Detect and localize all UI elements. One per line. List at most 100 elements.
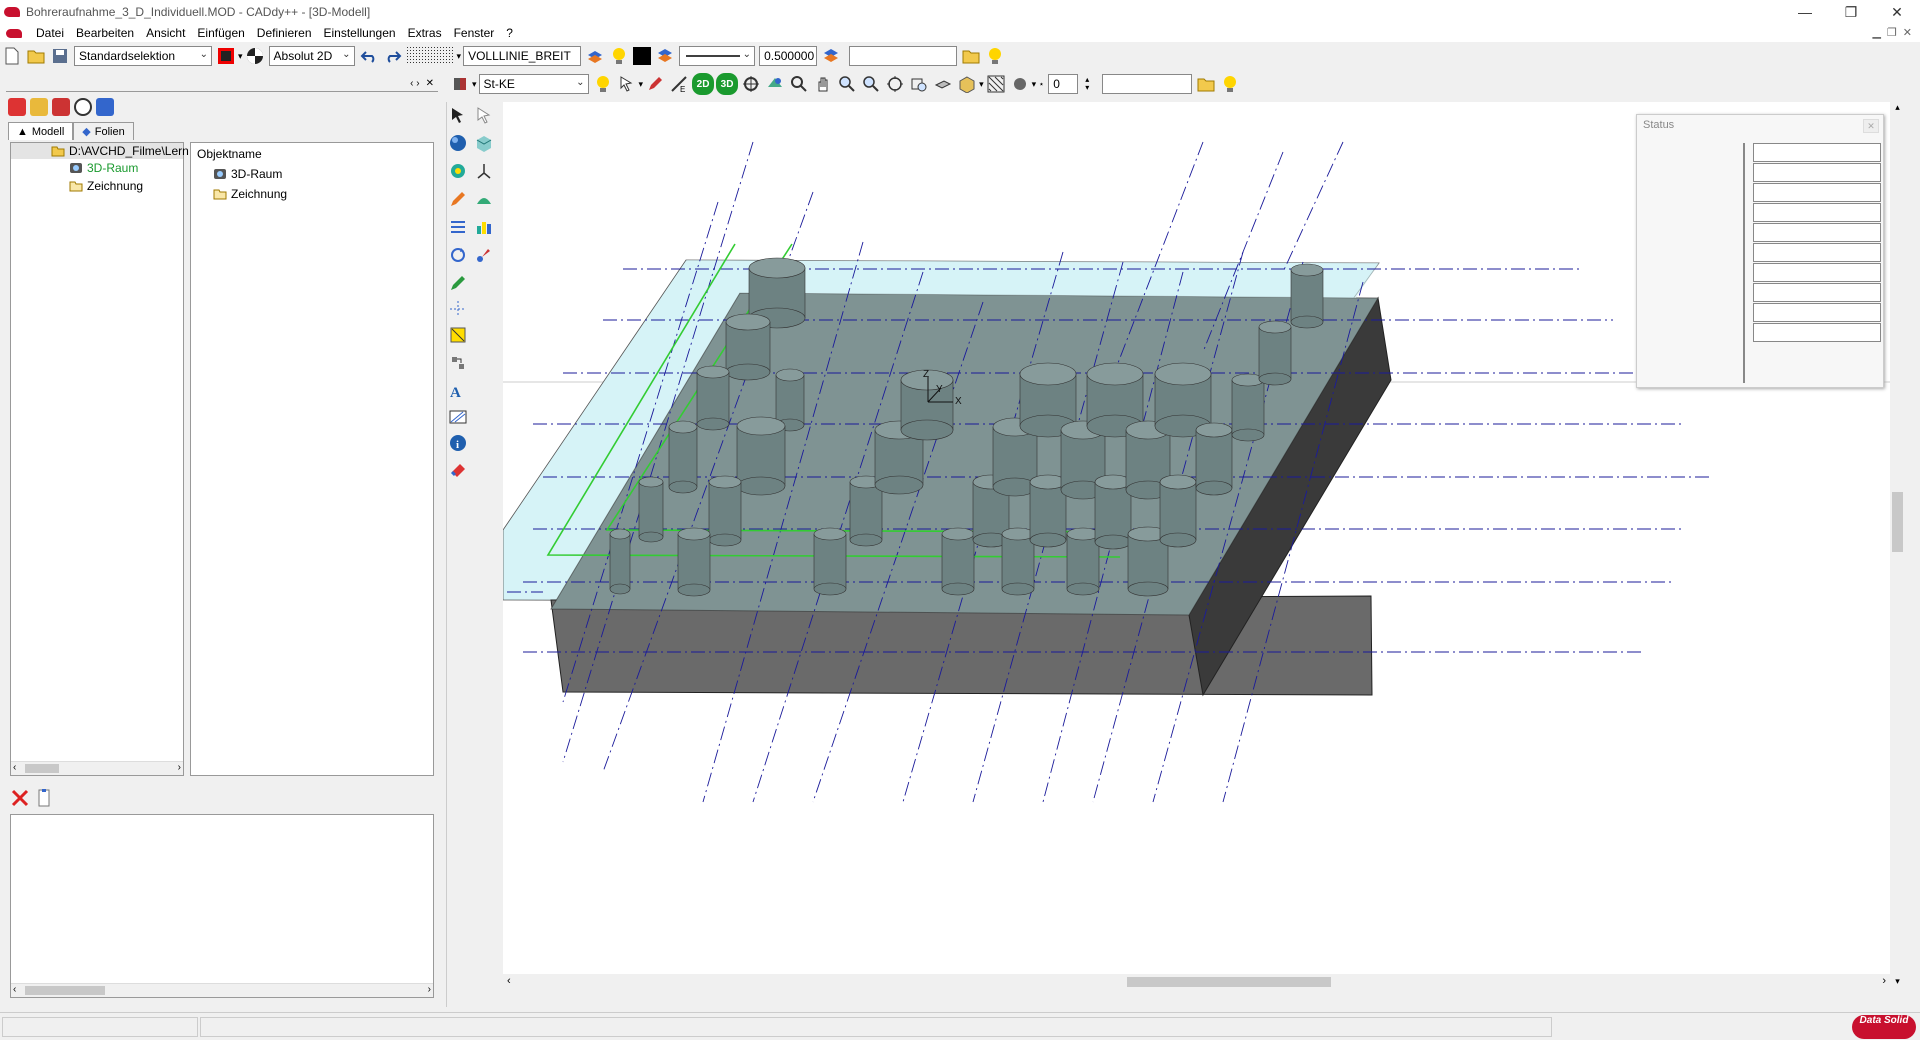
layer-stack-icon[interactable] [654, 45, 676, 67]
eraser-icon[interactable] [447, 458, 469, 480]
zoom-all-icon[interactable] [884, 73, 906, 95]
box-icon[interactable] [473, 132, 495, 154]
properties-icon[interactable] [96, 98, 114, 116]
menu-extras[interactable]: Extras [402, 26, 448, 40]
cube-view-icon[interactable] [956, 73, 978, 95]
mdi-close-button[interactable]: ✕ [1903, 26, 1912, 39]
sphere-icon[interactable] [447, 132, 469, 154]
mode-2d-button[interactable]: 2D [692, 73, 715, 95]
axis-icon[interactable] [473, 160, 495, 182]
props-hscroll[interactable]: ‹ › [11, 983, 433, 997]
menu-help[interactable]: ? [500, 26, 519, 40]
edge-icon[interactable]: E [668, 73, 690, 95]
status-close-button[interactable]: ✕ [1863, 119, 1879, 133]
model-icon[interactable] [8, 98, 26, 116]
tools-icon[interactable] [447, 216, 469, 238]
transform-icon[interactable] [447, 352, 469, 374]
solid-icon[interactable] [449, 73, 471, 95]
surface-icon[interactable] [473, 188, 495, 210]
coord-mode-select[interactable]: Absolut 2D ⌄ [268, 46, 355, 66]
folder-tree-icon[interactable] [30, 98, 48, 116]
menu-definieren[interactable]: Definieren [251, 26, 318, 40]
tab-modell[interactable]: ▲ Modell [8, 122, 74, 140]
material-select[interactable]: St-KE ⌄ [478, 74, 589, 94]
select-color-icon[interactable] [215, 45, 237, 67]
shading-icon[interactable] [1009, 73, 1031, 95]
object-item-3d-raum[interactable]: 3D-Raum [213, 167, 282, 181]
menu-fenster[interactable]: Fenster [448, 26, 501, 40]
save-icon[interactable] [49, 45, 71, 67]
folder-layer-icon[interactable] [960, 45, 982, 67]
green-pencil-icon[interactable] [447, 272, 469, 294]
hatch-icon[interactable] [985, 73, 1007, 95]
panel-close-icon[interactable]: ✕ [426, 78, 434, 89]
lightbulb2-icon[interactable] [1219, 73, 1241, 95]
linestyle-select[interactable]: ⌄ [679, 46, 756, 66]
grid-icon[interactable] [406, 45, 456, 67]
pin-icon[interactable]: ‹ › [410, 78, 419, 89]
render-icon[interactable] [764, 73, 786, 95]
bulb-icon[interactable] [608, 45, 630, 67]
viewport-hscroll[interactable]: ‹ › [503, 974, 1890, 990]
chart-icon[interactable] [473, 216, 495, 238]
measure-icon[interactable] [447, 324, 469, 346]
search-tree-icon[interactable] [74, 98, 92, 116]
close-button[interactable]: ✕ [1874, 0, 1920, 24]
tree-hscroll[interactable]: ‹ › [11, 761, 183, 775]
coordinate-icon[interactable] [244, 45, 266, 67]
tree-item-root[interactable]: D:\AVCHD_Filme\Lern [51, 144, 189, 158]
delete-props-icon[interactable] [10, 788, 30, 808]
orbit-icon[interactable] [740, 73, 762, 95]
mdi-restore-button[interactable]: ❐ [1887, 26, 1897, 39]
mode-3d-button[interactable]: 3D [716, 73, 739, 95]
zoom-previous-icon[interactable] [908, 73, 930, 95]
mdi-minimize-button[interactable]: ▁ [1872, 26, 1880, 39]
pencil-icon[interactable] [447, 188, 469, 210]
linetype-field[interactable]: VOLLLINIE_BREIT [463, 46, 582, 66]
undo-icon[interactable] [358, 45, 380, 67]
zoom-in-icon[interactable] [836, 73, 858, 95]
info-icon[interactable]: i [447, 432, 469, 454]
edit-props-icon[interactable] [36, 788, 52, 808]
pan-hand-icon[interactable] [812, 73, 834, 95]
edit-pen-icon[interactable] [644, 73, 666, 95]
dotted-axis-icon[interactable] [447, 298, 469, 320]
view-plane-icon[interactable] [932, 73, 954, 95]
menu-datei[interactable]: Datei [30, 26, 70, 40]
layer-number-field[interactable]: 0 [1048, 74, 1079, 94]
maximize-button[interactable]: ❐ [1828, 0, 1874, 24]
menu-einfuegen[interactable]: Einfügen [191, 26, 250, 40]
select-arrow-icon[interactable] [447, 104, 469, 126]
select-arrow-light-icon[interactable] [473, 104, 495, 126]
brush-icon[interactable] [473, 244, 495, 266]
tree-item-zeichnung[interactable]: Zeichnung [69, 179, 143, 193]
delete-tree-icon[interactable] [52, 98, 70, 116]
minimize-button[interactable]: — [1782, 0, 1828, 24]
cursor-select-icon[interactable] [616, 73, 638, 95]
light-icon[interactable] [592, 73, 614, 95]
lightbulb-icon[interactable] [984, 45, 1006, 67]
tab-folien[interactable]: ◆ Folien [73, 122, 134, 140]
selection-mode-select[interactable]: Standardselektion ⌄ [74, 46, 212, 66]
tree-item-3d-raum[interactable]: 3D-Raum [69, 161, 138, 175]
rotate-icon[interactable] [447, 244, 469, 266]
line-width-field[interactable]: 0.500000 [759, 46, 818, 66]
layer-icon[interactable] [584, 45, 606, 67]
hatch-tool-icon[interactable] [447, 406, 469, 428]
text-icon[interactable]: A [447, 380, 469, 402]
folder-icon[interactable] [1195, 73, 1217, 95]
viewport-vscroll[interactable]: ▴ ▾ [1890, 102, 1905, 990]
zoom-out-icon[interactable] [860, 73, 882, 95]
menu-einstellungen[interactable]: Einstellungen [318, 26, 402, 40]
doc-logo-icon[interactable] [6, 28, 22, 38]
layer2-icon[interactable] [820, 45, 842, 67]
toolbar1-text-field[interactable] [849, 46, 958, 66]
layer-number-spinner[interactable]: ▴ ▾ [1081, 73, 1093, 95]
color-swatch[interactable] [633, 47, 652, 65]
open-file-icon[interactable] [25, 45, 47, 67]
menu-ansicht[interactable]: Ansicht [140, 26, 191, 40]
redo-icon[interactable] [382, 45, 404, 67]
zoom-window-icon[interactable] [788, 73, 810, 95]
revolve-icon[interactable] [447, 160, 469, 182]
menu-bearbeiten[interactable]: Bearbeiten [70, 26, 140, 40]
